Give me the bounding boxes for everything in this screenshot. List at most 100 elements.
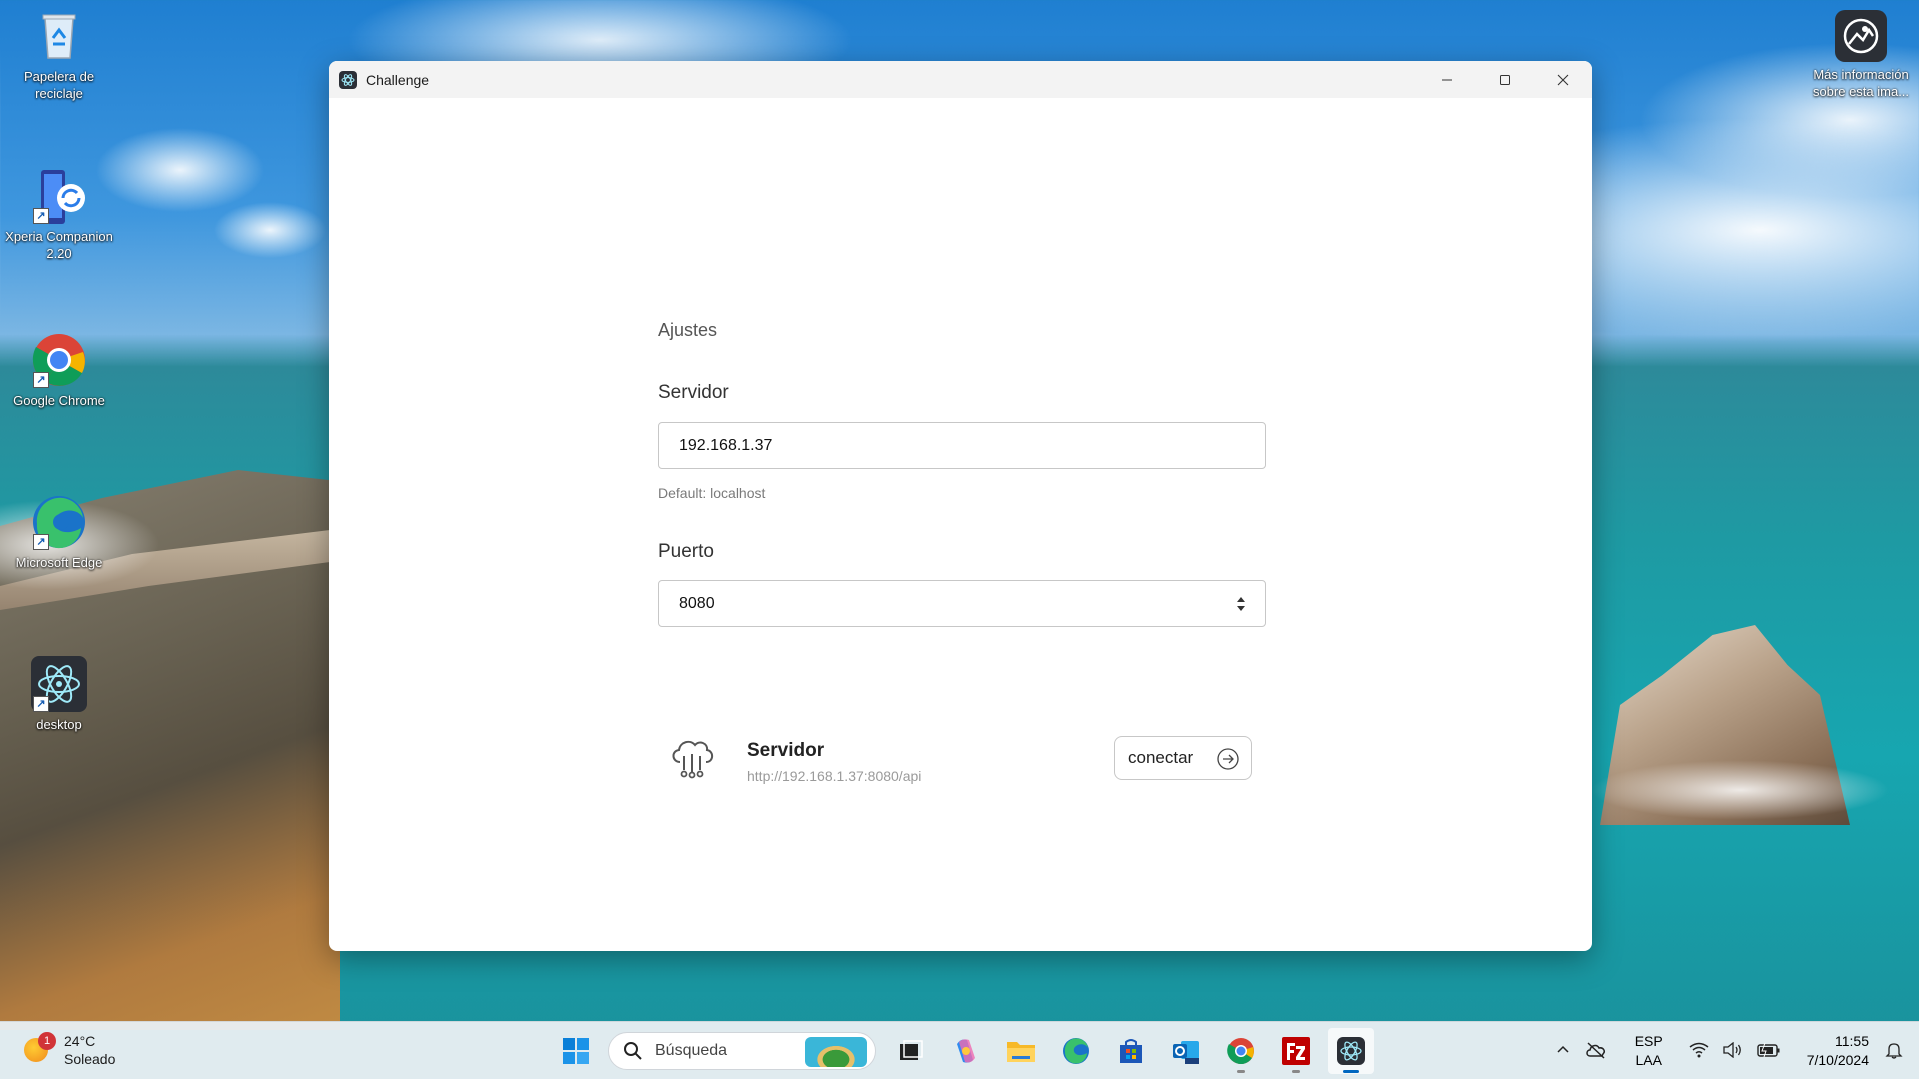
maximize-icon: [1500, 74, 1510, 85]
weather-widget[interactable]: 1 24°C Soleado: [24, 1032, 115, 1068]
taskbar-file-explorer[interactable]: [998, 1028, 1044, 1074]
desktop-icon-electron[interactable]: ↗ desktop: [4, 656, 114, 733]
battery-button[interactable]: [1757, 1042, 1781, 1061]
cloud-offline-icon: [1585, 1041, 1605, 1059]
active-indicator: [1343, 1070, 1359, 1073]
window-title: Challenge: [366, 71, 430, 88]
connect-button-label: conectar: [1128, 748, 1194, 767]
onedrive-button[interactable]: [1585, 1041, 1607, 1062]
app-window: Challenge Ajustes Servidor Default: loca…: [329, 61, 1592, 951]
spinner-arrows-icon[interactable]: [1235, 595, 1247, 613]
taskbar-store[interactable]: [1108, 1028, 1154, 1074]
volume-button[interactable]: [1723, 1041, 1743, 1061]
search-highlight-image: [805, 1037, 867, 1067]
chrome-icon: ↗: [31, 332, 87, 388]
start-icon: [563, 1038, 589, 1064]
system-tray: ESP LAA 11:55 7/10/2024: [1555, 1022, 1919, 1079]
edge-icon: ↗: [31, 494, 87, 550]
desktop-icon-label: Papelera de reciclaje: [23, 69, 95, 101]
app-icon: [339, 70, 357, 89]
taskbar-task-view[interactable]: [888, 1028, 934, 1074]
desktop-icon-spotlight[interactable]: Más información sobre esta ima...: [1804, 10, 1918, 100]
keyboard-layout: LAA: [1635, 1052, 1662, 1068]
close-button[interactable]: [1534, 61, 1592, 98]
minimize-icon: [1442, 79, 1452, 80]
desktop-icon-label: Xperia Companion 2.20: [5, 229, 113, 261]
edge-icon: [1063, 1038, 1089, 1064]
connect-button[interactable]: conectar: [1114, 736, 1252, 780]
electron-icon: ↗: [31, 656, 87, 712]
server-field[interactable]: [658, 422, 1266, 469]
taskbar-chrome[interactable]: [1218, 1028, 1264, 1074]
wallpaper-foam-right: [1590, 760, 1890, 820]
running-indicator: [1292, 1070, 1300, 1073]
store-icon: [1120, 1039, 1142, 1063]
weather-condition: Soleado: [64, 1051, 116, 1067]
shortcut-arrow-icon: ↗: [33, 696, 49, 712]
maximize-button[interactable]: [1476, 61, 1534, 98]
clock[interactable]: 11:55 7/10/2024: [1807, 1032, 1869, 1070]
taskbar-outlook[interactable]: [1163, 1028, 1209, 1074]
search-placeholder: Búsqueda: [655, 1042, 728, 1059]
bell-icon: [1885, 1042, 1903, 1059]
server-connection-card: Servidor http://192.168.1.37:8080/api co…: [658, 726, 1266, 796]
chevron-up-icon: [1557, 1045, 1569, 1053]
speaker-icon: [1723, 1041, 1741, 1058]
minimize-button[interactable]: [1418, 61, 1476, 98]
connection-title: Servidor: [747, 740, 825, 761]
electron-app-icon: [1337, 1037, 1365, 1065]
spotlight-icon: [1835, 10, 1887, 62]
weather-temp: 24°C: [64, 1033, 96, 1049]
battery-charging-icon: [1757, 1042, 1780, 1057]
port-label: Puerto: [658, 541, 714, 562]
outlook-icon: [1173, 1041, 1199, 1064]
server-label: Servidor: [658, 382, 729, 403]
desktop-icon-label: Microsoft Edge: [15, 555, 103, 570]
taskbar-filezilla[interactable]: [1273, 1028, 1319, 1074]
notifications-button[interactable]: [1885, 1041, 1903, 1062]
port-input[interactable]: [679, 594, 1245, 613]
sun-icon: 1: [24, 1032, 56, 1062]
taskbar-search[interactable]: Búsqueda: [608, 1032, 876, 1070]
language-code: ESP: [1634, 1033, 1663, 1049]
shortcut-arrow-icon: ↗: [33, 534, 49, 550]
copilot-icon: [957, 1039, 975, 1063]
title-bar[interactable]: Challenge: [329, 61, 1592, 98]
taskbar-challenge-app[interactable]: [1328, 1028, 1374, 1074]
connection-url: http://192.168.1.37:8080/api: [747, 768, 922, 784]
recycle-bin-icon: [31, 8, 87, 64]
cloud-network-icon: [672, 740, 714, 779]
clock-time: 11:55: [1835, 1033, 1869, 1049]
shortcut-arrow-icon: ↗: [33, 208, 49, 224]
language-indicator[interactable]: ESP LAA: [1635, 1032, 1663, 1070]
desktop-icon-label: Más información sobre esta ima...: [1812, 67, 1910, 99]
network-button[interactable]: [1689, 1042, 1709, 1061]
notification-badge: 1: [38, 1032, 56, 1050]
settings-heading: Ajustes: [658, 320, 718, 340]
filezilla-icon: [1282, 1037, 1310, 1065]
taskbar-copilot[interactable]: [943, 1028, 989, 1074]
desktop-icon-edge[interactable]: ↗ Microsoft Edge: [4, 494, 114, 571]
port-field[interactable]: [658, 580, 1266, 627]
search-icon: [624, 1042, 642, 1060]
server-hint: Default: localhost: [658, 485, 766, 501]
desktop-icon-recycle-bin[interactable]: Papelera de reciclaje: [4, 8, 114, 102]
start-button[interactable]: [553, 1028, 599, 1074]
desktop-icon-label: Google Chrome: [13, 393, 105, 408]
chrome-icon: [1227, 1038, 1254, 1065]
desktop-icon-xperia[interactable]: ↗ Xperia Companion 2.20: [4, 168, 114, 262]
taskbar: 1 24°C Soleado Búsqueda ESP LAA 11:55 7/…: [0, 1021, 1919, 1079]
desktop-icon-chrome[interactable]: ↗ Google Chrome: [4, 332, 114, 409]
close-icon: [1557, 74, 1569, 85]
running-indicator: [1237, 1070, 1245, 1073]
file-explorer-icon: [1007, 1042, 1035, 1062]
show-hidden-icons-button[interactable]: [1555, 1042, 1571, 1061]
xperia-companion-icon: ↗: [31, 168, 87, 224]
desktop-icon-label: desktop: [36, 717, 82, 732]
task-view-icon: [900, 1040, 923, 1060]
server-input[interactable]: [679, 436, 1245, 455]
shortcut-arrow-icon: ↗: [33, 372, 49, 388]
clock-date: 7/10/2024: [1806, 1052, 1869, 1068]
wifi-icon: [1689, 1042, 1709, 1057]
taskbar-edge[interactable]: [1053, 1028, 1099, 1074]
